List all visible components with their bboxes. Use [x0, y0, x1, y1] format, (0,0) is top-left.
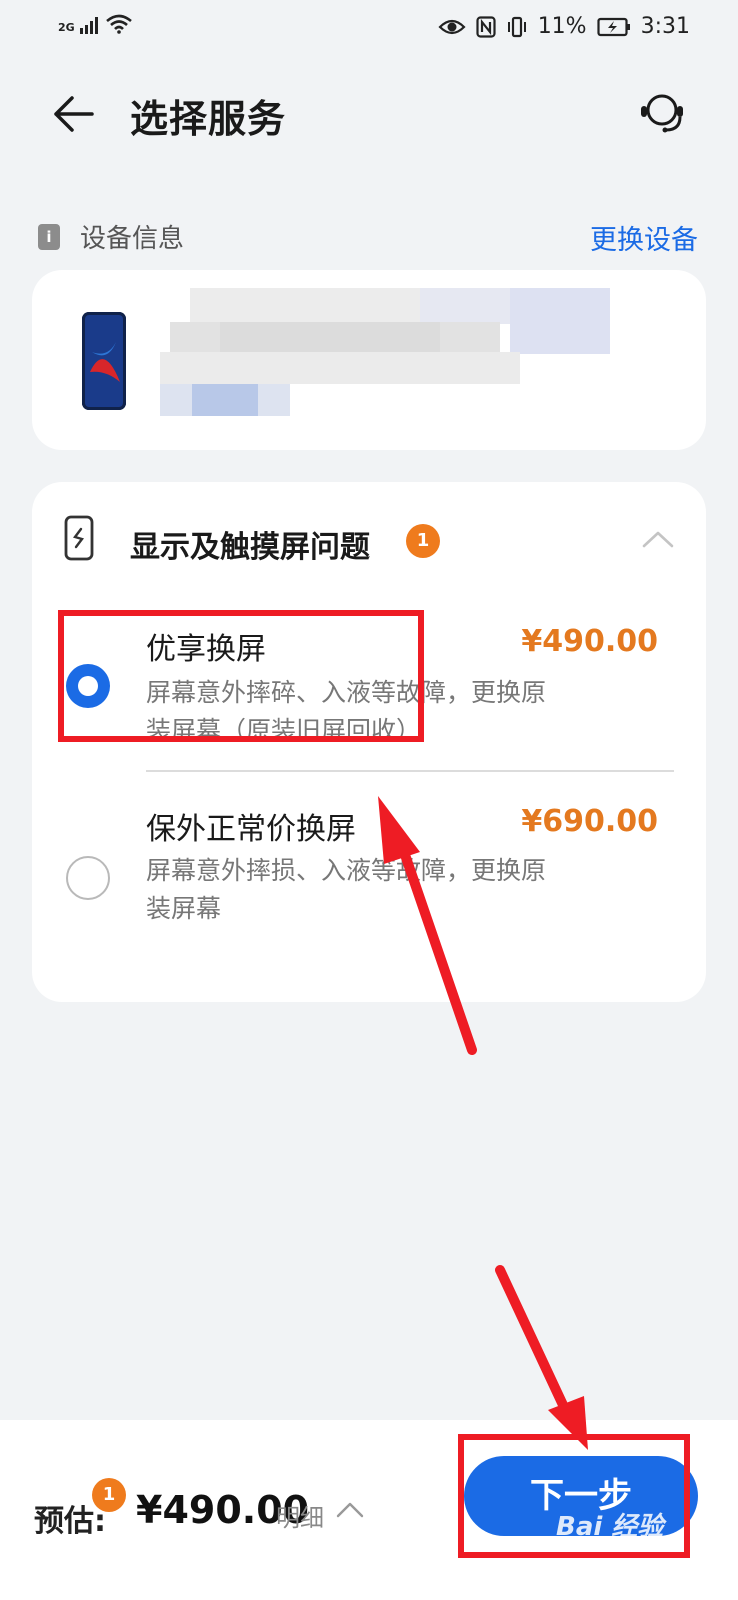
annotation-highlight-box [458, 1434, 690, 1558]
signal-indicator: 2G [58, 14, 133, 34]
annotation-highlight-box [58, 610, 424, 742]
signal-icon [79, 17, 98, 34]
option-title[interactable]: 保外正常价换屏 [146, 804, 356, 848]
status-bar: 2G 11% 3:31 [0, 0, 738, 60]
battery-charging-icon [596, 17, 630, 36]
category-title[interactable]: 显示及触摸屏问题 [130, 522, 370, 566]
option-price: ¥690.00 [521, 804, 658, 839]
chevron-up-icon[interactable] [334, 1496, 366, 1526]
info-icon: i [38, 224, 60, 250]
nfc-icon [476, 15, 496, 38]
radio-option-unselected[interactable] [66, 856, 110, 900]
back-arrow-icon[interactable] [48, 88, 100, 140]
eye-icon [438, 19, 466, 34]
customer-service-icon[interactable] [636, 88, 688, 140]
device-info-label: 设备信息 [80, 224, 185, 254]
change-device-link[interactable]: 更换设备 [590, 218, 698, 257]
network-type: 2G [58, 21, 75, 34]
blurred-device-name [160, 288, 620, 418]
screen-repair-icon [64, 515, 94, 561]
option-price: ¥490.00 [521, 624, 658, 659]
category-count-badge: 1 [406, 524, 440, 558]
estimate-count-badge: 1 [92, 1478, 126, 1512]
option-divider [146, 770, 674, 772]
clock: 3:31 [640, 14, 690, 39]
status-icons: 11% 3:31 [438, 14, 690, 39]
device-image [82, 312, 126, 410]
battery-percent: 11% [537, 14, 587, 39]
vibrate-icon [507, 16, 526, 37]
page-title: 选择服务 [130, 97, 287, 141]
phone-wallpaper [82, 312, 126, 410]
wifi-icon [105, 14, 132, 34]
option-description: 屏幕意外摔损、入液等故障，更换原装屏幕 [146, 856, 547, 923]
chevron-up-icon[interactable] [640, 524, 676, 554]
detail-link[interactable]: 明细 [276, 1498, 324, 1533]
